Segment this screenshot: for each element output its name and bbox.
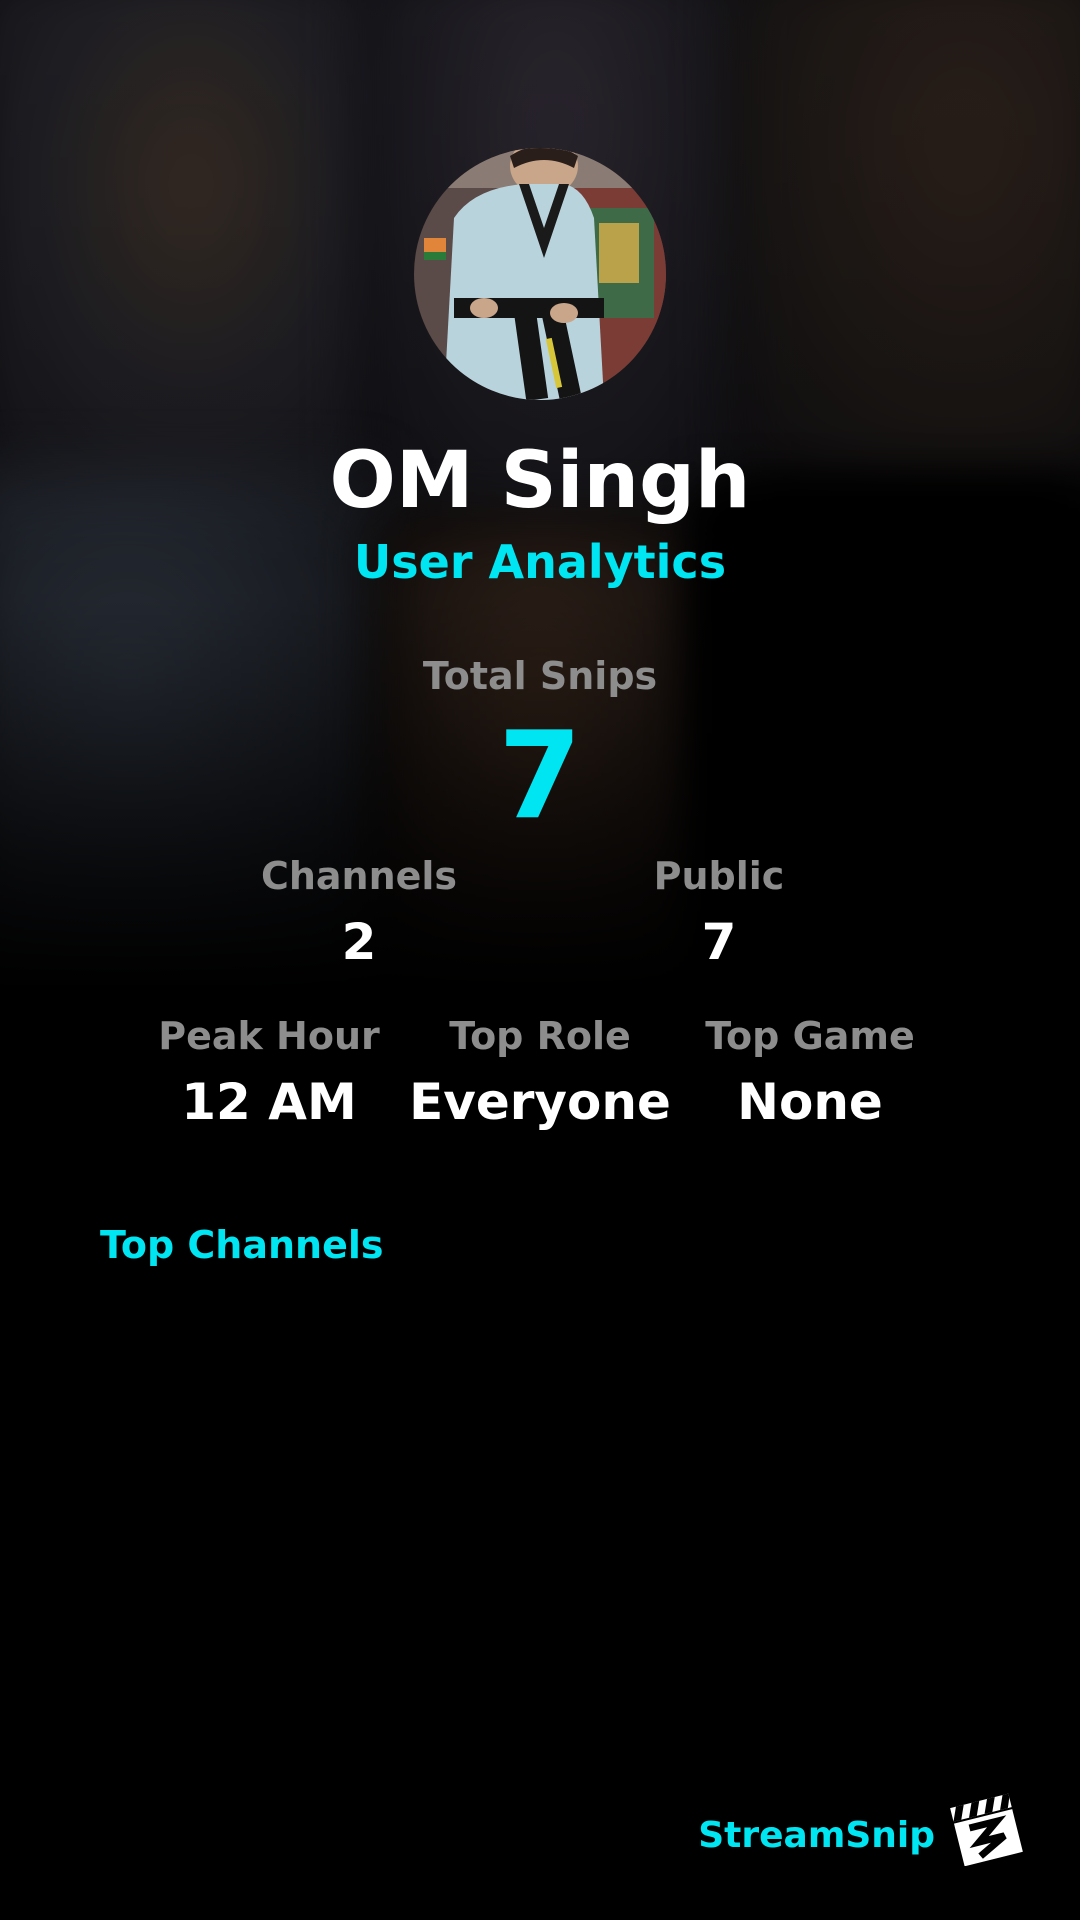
brand-name: StreamSnip [698,1815,935,1856]
clapperboard-icon [948,1790,1024,1867]
avatar [414,148,666,400]
total-snips-label: Total Snips [422,654,658,698]
total-snips-value: 7 [498,707,582,846]
top-game-value: None [737,1073,883,1131]
user-name: OM Singh [329,436,751,526]
public-label: Public [653,854,785,898]
peak-hour-value: 12 AM [181,1073,357,1131]
top-role-label: Top Role [449,1014,631,1058]
top-game-label: Top Game [705,1014,915,1058]
public-value: 7 [701,913,737,971]
channels-label: Channels [260,854,458,898]
channels-value: 2 [341,913,377,971]
top-role-value: Everyone [409,1073,671,1131]
peak-hour-label: Peak Hour [158,1014,380,1058]
top-channels-heading: Top Channels [100,1223,384,1267]
page-subtitle: User Analytics [353,535,727,589]
